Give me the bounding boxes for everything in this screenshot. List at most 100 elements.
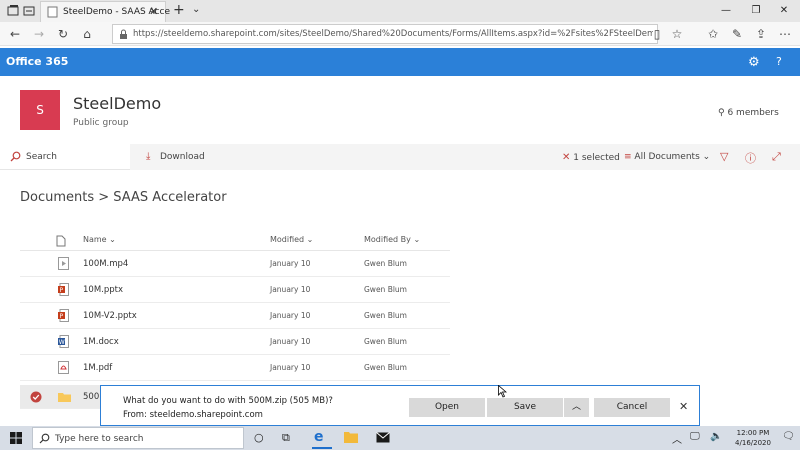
download-prompt: What do you want to do with 500M.zip (50… (100, 385, 700, 426)
info-icon[interactable]: ⓘ (745, 150, 756, 166)
cancel-button[interactable]: Cancel (594, 398, 670, 417)
chevron-down-icon[interactable]: ⌄ (192, 4, 200, 15)
members-button[interactable]: ⚲ 6 members (718, 108, 779, 118)
mouse-cursor-icon (498, 385, 507, 398)
office-365-title[interactable]: Office 365 (6, 55, 68, 68)
browser-title-bar: SteelDemo - SAAS Acce ✕ + ⌄ — ❐ ✕ (0, 0, 800, 22)
url-field[interactable]: https://steeldemo.sharepoint.com/sites/S… (112, 24, 658, 44)
office-365-bar: Office 365 ⚙ ? (0, 48, 800, 76)
view-label: All Documents (634, 152, 700, 162)
set-aside-tabs-icon[interactable] (22, 4, 36, 18)
pdf-file-icon (58, 361, 69, 374)
clock-date: 4/16/2020 (735, 439, 771, 447)
file-name[interactable]: 10M.pptx (83, 285, 123, 295)
chevron-up-icon[interactable]: ︿ (672, 431, 682, 446)
download-button[interactable]: ⤓ Download (144, 144, 214, 170)
column-header-modified[interactable]: Modified ⌄ (270, 235, 313, 244)
file-modified: January 10 (270, 285, 311, 294)
open-button[interactable]: Open (409, 398, 485, 417)
members-label: 6 members (727, 108, 779, 118)
site-name[interactable]: SteelDemo (73, 94, 161, 113)
column-header-name[interactable]: Name ⌄ (83, 235, 116, 244)
windows-start-icon[interactable] (10, 432, 22, 444)
favorite-star-icon[interactable]: ☆ (670, 27, 684, 41)
cortana-icon[interactable]: ○ (254, 431, 264, 444)
search-icon (39, 433, 50, 444)
filter-icon[interactable]: ▽ (720, 150, 728, 163)
file-modified-by: Gwen Blum (364, 259, 407, 268)
minimize-icon[interactable]: — (716, 3, 736, 19)
search-label: Search (26, 152, 57, 162)
network-icon[interactable]: 🖵 (690, 431, 700, 442)
clock[interactable]: 12:00 PM 4/16/2020 (728, 428, 778, 448)
word-file-icon: W (58, 335, 69, 348)
file-modified: January 10 (270, 337, 311, 346)
gear-icon[interactable]: ⚙ (748, 55, 760, 70)
site-subtitle: Public group (73, 118, 129, 128)
browser-tab[interactable]: SteelDemo - SAAS Acce ✕ (40, 1, 170, 22)
volume-icon[interactable]: 🔈 (710, 431, 722, 442)
svg-text:P: P (60, 287, 64, 294)
close-window-icon[interactable]: ✕ (774, 3, 794, 19)
file-modified: January 10 (270, 363, 311, 372)
file-name[interactable]: 1M.pdf (83, 363, 112, 373)
home-icon[interactable]: ⌂ (80, 27, 94, 41)
file-name[interactable]: 100M.mp4 (83, 259, 128, 269)
file-modified-by: Gwen Blum (364, 311, 407, 320)
page-icon (47, 6, 58, 18)
file-modified-by: Gwen Blum (364, 337, 407, 346)
new-tab-icon[interactable]: + (173, 2, 185, 18)
notes-icon[interactable]: ✎ (730, 27, 744, 41)
mail-icon[interactable] (376, 432, 390, 443)
file-name[interactable]: 10M-V2.pptx (83, 311, 137, 321)
table-row[interactable]: W 1M.docx January 10 Gwen Blum (20, 329, 450, 355)
tab-actions-icon[interactable] (6, 4, 20, 18)
save-button[interactable]: Save (487, 398, 563, 417)
expand-icon[interactable]: ⤢ (772, 150, 781, 164)
file-type-column-icon[interactable] (56, 235, 66, 247)
forward-icon[interactable]: → (32, 27, 46, 41)
row-checkmark-icon[interactable] (30, 391, 42, 403)
breadcrumb[interactable]: Documents > SAAS Accelerator (20, 190, 227, 205)
download-label: Download (160, 152, 205, 162)
reading-view-icon[interactable]: ▯ (650, 27, 664, 41)
download-source: From: steeldemo.sharepoint.com (123, 410, 263, 420)
table-row[interactable]: P 10M-V2.pptx January 10 Gwen Blum (20, 303, 450, 329)
table-row[interactable]: 100M.mp4 January 10 Gwen Blum (20, 251, 450, 277)
list-view-icon: ≡ (624, 152, 632, 162)
taskbar-search[interactable]: Type here to search (32, 427, 244, 449)
svg-text:P: P (60, 313, 64, 320)
active-app-indicator (312, 447, 332, 449)
file-modified-by: Gwen Blum (364, 363, 407, 372)
help-icon[interactable]: ? (776, 55, 782, 68)
favorites-icon[interactable]: ✩ (706, 27, 720, 41)
column-header-modified-by[interactable]: Modified By ⌄ (364, 235, 420, 244)
file-modified-by: Gwen Blum (364, 285, 407, 294)
share-icon[interactable]: ⇪ (754, 27, 768, 41)
clock-time: 12:00 PM (736, 429, 770, 437)
file-explorer-icon[interactable] (344, 431, 358, 443)
chevron-down-icon: ⌄ (702, 152, 711, 162)
close-prompt-icon[interactable]: ✕ (679, 400, 688, 413)
notifications-icon[interactable]: 🗨 (782, 431, 795, 442)
selection-count[interactable]: ✕ 1 selected (562, 152, 620, 163)
view-switcher[interactable]: ≡ All Documents ⌄ (624, 152, 710, 162)
search-box[interactable]: Search (0, 144, 130, 170)
table-row[interactable]: P 10M.pptx January 10 Gwen Blum (20, 277, 450, 303)
table-row[interactable]: 1M.pdf January 10 Gwen Blum (20, 355, 450, 381)
save-options-chevron-icon[interactable]: ︿ (564, 398, 589, 417)
restore-icon[interactable]: ❐ (746, 3, 766, 19)
svg-text:W: W (59, 339, 65, 346)
file-name[interactable]: 1M.docx (83, 337, 119, 347)
close-tab-icon[interactable]: ✕ (149, 5, 158, 18)
site-logo: S (20, 90, 60, 130)
more-icon[interactable]: ⋯ (778, 27, 792, 41)
task-view-icon[interactable]: ⧉ (282, 431, 290, 445)
back-icon[interactable]: ← (8, 27, 22, 41)
video-file-icon (58, 257, 69, 270)
refresh-icon[interactable]: ↻ (56, 27, 70, 41)
edge-icon[interactable]: e (314, 429, 324, 445)
download-question: What do you want to do with 500M.zip (50… (123, 396, 333, 406)
powerpoint-file-icon: P (58, 309, 69, 322)
url-text: https://steeldemo.sharepoint.com/sites/S… (133, 29, 653, 39)
